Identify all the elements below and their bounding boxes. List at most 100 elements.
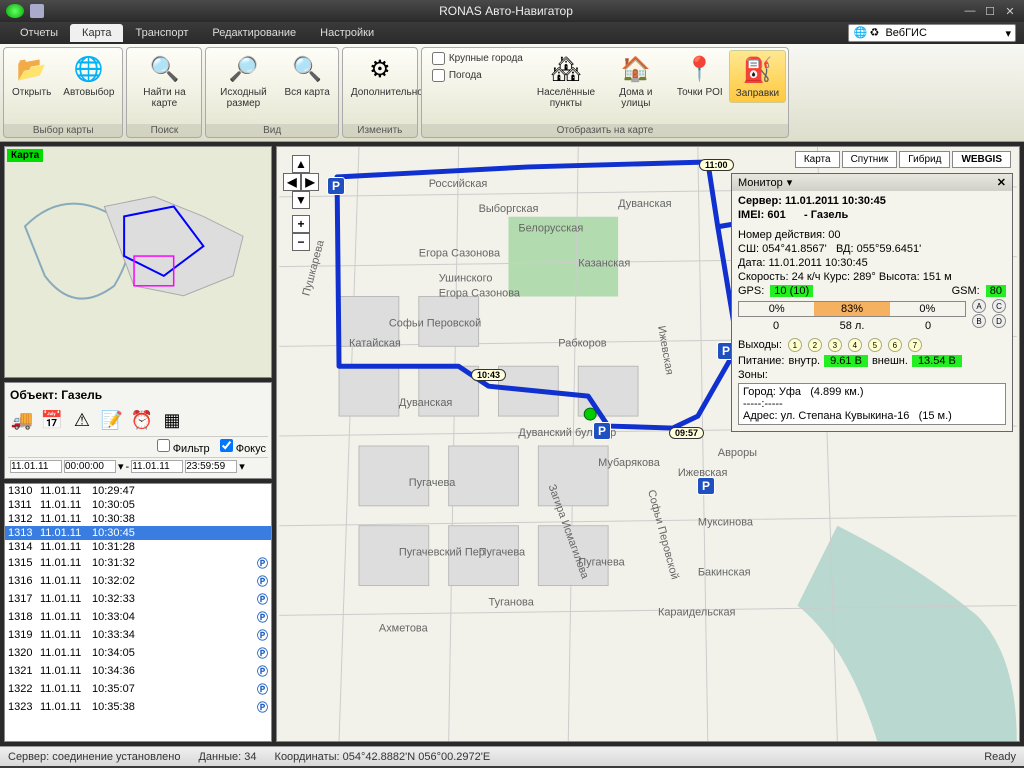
fuel-volume-row: 0 58 л. 0 [738, 319, 966, 333]
doc-icon [30, 4, 44, 18]
status-data: Данные: 34 [198, 751, 256, 763]
date-from[interactable] [10, 460, 62, 473]
log-row[interactable]: 132011.01.1110:34:05Ⓟ [5, 644, 271, 662]
parking-icon: Ⓟ [257, 681, 268, 697]
status-ready: Ready [984, 751, 1016, 763]
log-row[interactable]: 131411.01.1110:31:28 [5, 540, 271, 554]
maximize-button[interactable]: ☐ [982, 4, 998, 18]
ribbon-item[interactable]: 🌐Автовыбор [57, 50, 120, 101]
map-zoom-controls: ▲ ◀ ▶ ▼ + − [283, 155, 319, 251]
monitor-title-bar[interactable]: Монитор ▾ ✕ [732, 174, 1012, 191]
log-row[interactable]: 131311.01.1110:30:45 [5, 526, 271, 540]
parking-icon: Ⓟ [257, 609, 268, 625]
clock-icon[interactable]: ⏰ [130, 408, 154, 432]
ribbon-item[interactable]: ⛽Заправки [729, 50, 786, 103]
zoom-right-button[interactable]: ▶ [301, 173, 319, 191]
ribbon-group-title: Отобразить на карте [422, 124, 788, 137]
note-icon[interactable]: 📝 [100, 408, 124, 432]
map-mode-tab[interactable]: Гибрид [899, 151, 950, 168]
monitor-close-button[interactable]: ✕ [997, 176, 1006, 189]
grid-icon[interactable]: ▦ [160, 408, 184, 432]
ribbon-group-title: Поиск [127, 124, 201, 137]
date-to[interactable] [131, 460, 183, 473]
main-map[interactable]: Российская Выборгская Белорусская Егора … [276, 146, 1020, 742]
log-row[interactable]: 131211.01.1110:30:38 [5, 512, 271, 526]
indicator-letter: A [972, 299, 986, 313]
content: Карта Объект: Газель 🚚 📅 ⚠ 📝 ⏰ ▦ Фильтр [0, 142, 1024, 746]
svg-text:Катайская: Катайская [349, 337, 401, 349]
map-mode-tab[interactable]: Карта [795, 151, 840, 168]
zoom-out-button[interactable]: − [292, 233, 310, 251]
ribbon-icon: 📂 [16, 53, 48, 85]
zoom-down-button[interactable]: ▼ [292, 191, 310, 209]
log-row[interactable]: 131611.01.1110:32:02Ⓟ [5, 572, 271, 590]
log-row[interactable]: 131811.01.1110:33:04Ⓟ [5, 608, 271, 626]
calendar-icon[interactable]: 📅 [40, 408, 64, 432]
search-box[interactable]: 🌐 ♻ ▾ [848, 24, 1016, 42]
ribbon-item[interactable]: 📍Точки POI [671, 50, 729, 101]
monitor-panel: Монитор ▾ ✕ Сервер: 11.01.2011 10:30:45 … [731, 173, 1013, 432]
zoom-in-button[interactable]: + [292, 215, 310, 233]
ribbon-item[interactable]: 🔍Найти на карте [129, 50, 199, 112]
minimap[interactable]: Карта [4, 146, 272, 378]
tab-reports[interactable]: Отчеты [8, 24, 70, 42]
log-row[interactable]: 131711.01.1110:32:33Ⓟ [5, 590, 271, 608]
svg-text:Ушинского: Ушинского [439, 273, 493, 285]
ribbon-item[interactable]: 🔎Исходный размер [208, 50, 278, 112]
object-panel: Объект: Газель 🚚 📅 ⚠ 📝 ⏰ ▦ Фильтр Фокус … [4, 382, 272, 479]
app-orb-icon [6, 4, 24, 18]
output-indicator: 6 [888, 338, 902, 352]
tab-editing[interactable]: Редактирование [200, 24, 308, 42]
log-row[interactable]: 131911.01.1110:33:34Ⓟ [5, 626, 271, 644]
ribbon-item[interactable]: 🏘Населённые пункты [531, 50, 601, 112]
focus-check[interactable]: Фокус [220, 439, 266, 455]
ribbon-icon: 🔎 [227, 53, 259, 85]
time-from[interactable] [64, 460, 116, 473]
parking-icon: P [593, 422, 611, 440]
ribbon-check[interactable]: Крупные города [428, 50, 527, 67]
dropdown-icon[interactable]: ▾ [1005, 27, 1011, 40]
minimize-button[interactable]: — [962, 4, 978, 18]
filter-check[interactable]: Фильтр [157, 439, 210, 455]
map-mode-tab[interactable]: Спутник [842, 151, 898, 168]
status-bar: Сервер: соединение установлено Данные: 3… [0, 746, 1024, 766]
log-row[interactable]: 132211.01.1110:35:07Ⓟ [5, 680, 271, 698]
log-row[interactable]: 131011.01.1110:29:47 [5, 484, 271, 498]
outputs-row: Выходы: 1234567 [738, 338, 1006, 352]
warning-icon[interactable]: ⚠ [70, 408, 94, 432]
svg-text:Бакинская: Бакинская [698, 567, 751, 579]
log-row[interactable]: 132311.01.1110:35:38Ⓟ [5, 698, 271, 716]
log-row[interactable]: 131511.01.1110:31:32Ⓟ [5, 554, 271, 572]
ribbon-item[interactable]: 📂Открыть [6, 50, 57, 101]
svg-text:Егора Сазонова: Егора Сазонова [439, 287, 521, 299]
map-mode-tab[interactable]: WEBGIS [952, 151, 1011, 168]
output-indicator: 5 [868, 338, 882, 352]
svg-text:Белорусская: Белорусская [518, 223, 583, 235]
zoom-up-button[interactable]: ▲ [292, 155, 310, 173]
search-input[interactable] [885, 27, 1005, 39]
ribbon-check[interactable]: Погода [428, 67, 527, 84]
menubar: Отчеты Карта Транспорт Редактирование На… [0, 22, 1024, 44]
globe-icon: 🌐 [853, 26, 867, 40]
ribbon-group-title: Вид [206, 124, 337, 137]
tab-map[interactable]: Карта [70, 24, 123, 42]
output-indicator: 3 [828, 338, 842, 352]
log-list[interactable]: 131011.01.1110:29:47131111.01.1110:30:05… [4, 483, 272, 742]
log-row[interactable]: 132111.01.1110:34:36Ⓟ [5, 662, 271, 680]
log-row[interactable]: 131111.01.1110:30:05 [5, 498, 271, 512]
parking-icon: Ⓟ [257, 555, 268, 571]
time-to[interactable] [185, 460, 237, 473]
ribbon-item[interactable]: 🏠Дома и улицы [601, 50, 671, 112]
ribbon-item[interactable]: 🔍Вся карта [278, 50, 335, 101]
object-title: Объект: Газель [8, 386, 268, 404]
truck-icon[interactable]: 🚚 [10, 408, 34, 432]
tab-transport[interactable]: Транспорт [123, 24, 200, 42]
zoom-left-button[interactable]: ◀ [283, 173, 301, 191]
svg-text:Караидельская: Караидельская [658, 606, 736, 618]
ribbon-icon: ⚙ [364, 53, 396, 85]
svg-text:Ахметова: Ахметова [379, 622, 429, 634]
tab-settings[interactable]: Настройки [308, 24, 386, 42]
close-button[interactable]: ✕ [1002, 4, 1018, 18]
ribbon-item[interactable]: ⚙Дополнительно [345, 50, 415, 101]
monitor-dropdown-icon[interactable]: ▾ [787, 176, 793, 189]
